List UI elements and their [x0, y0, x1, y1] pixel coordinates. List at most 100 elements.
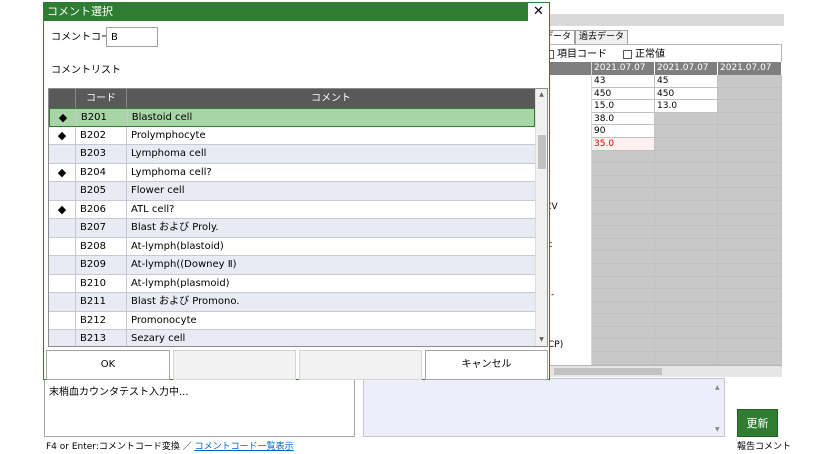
grid-row[interactable]: 450 450 [540, 87, 782, 101]
grid-value-cell[interactable] [655, 339, 718, 353]
grid-value-cell[interactable] [718, 238, 782, 252]
grid-row[interactable] [540, 163, 782, 176]
item-code-checkbox[interactable]: 項目コード [545, 47, 607, 61]
grid-value-cell[interactable] [718, 200, 782, 214]
grid-value-cell[interactable]: 15.0 [592, 100, 655, 113]
grid-value-cell[interactable] [655, 263, 718, 277]
grid-row[interactable] [540, 301, 782, 315]
scroll-down-icon[interactable]: ▼ [715, 426, 720, 433]
grid-row[interactable]: C [540, 188, 782, 201]
grid-value-cell[interactable] [655, 163, 718, 176]
status-text-area[interactable]: 末梢血カウンタテスト入力中... [44, 378, 355, 437]
list-item[interactable]: B211 Blast および Promono. [49, 293, 535, 312]
close-icon[interactable]: ✕ [527, 3, 549, 21]
grid-row[interactable]: 43 45 [540, 75, 782, 88]
grid-row[interactable] [540, 263, 782, 277]
grid-value-cell[interactable] [718, 100, 782, 113]
grid-value-cell[interactable] [592, 301, 655, 315]
tab-past-data[interactable]: 過去データ [575, 30, 629, 44]
grid-row[interactable] [540, 226, 782, 239]
grid-value-cell[interactable]: 13.0 [655, 100, 718, 113]
grid-value-cell[interactable] [655, 251, 718, 264]
grid-row[interactable]: 15.0 13.0 [540, 100, 782, 113]
grid-value-cell[interactable] [718, 213, 782, 227]
cancel-button[interactable]: キャンセル [425, 350, 548, 380]
grid-value-cell[interactable] [592, 163, 655, 176]
grid-row[interactable]: 90 [540, 125, 782, 138]
grid-value-cell[interactable] [718, 339, 782, 353]
grid-value-cell[interactable] [655, 301, 718, 315]
ok-button[interactable]: OK [46, 350, 170, 380]
grid-value-cell[interactable] [718, 314, 782, 327]
grid-value-cell[interactable] [592, 226, 655, 239]
grid-value-cell[interactable]: 35.0 [592, 137, 655, 151]
grid-value-cell[interactable] [718, 289, 782, 302]
grid-value-cell[interactable] [718, 301, 782, 315]
grid-value-cell[interactable] [655, 112, 718, 126]
grid-value-cell[interactable] [718, 150, 782, 164]
grid-row[interactable] [540, 213, 782, 227]
grid-value-cell[interactable] [592, 339, 655, 353]
grid-value-cell[interactable] [655, 213, 718, 227]
grid-value-cell[interactable]: 38.0 [592, 112, 655, 126]
list-item[interactable]: B213 Sezary cell [49, 330, 535, 346]
list-item[interactable]: B205 Flower cell [49, 182, 535, 201]
grid-value-cell[interactable] [592, 175, 655, 189]
grid-value-cell[interactable] [592, 238, 655, 252]
grid-horizontal-scrollbar[interactable] [540, 366, 782, 377]
grid-value-cell[interactable] [655, 289, 718, 302]
grid-value-cell[interactable] [718, 125, 782, 138]
grid-value-cell[interactable] [718, 352, 782, 365]
list-vertical-scrollbar[interactable]: ▲ ▼ [535, 89, 547, 346]
grid-value-cell[interactable] [655, 175, 718, 189]
comment-scrollbar[interactable]: ▲ ▼ [714, 380, 723, 435]
grid-value-cell[interactable] [718, 326, 782, 340]
scroll-up-icon[interactable]: ▲ [715, 384, 720, 391]
normal-value-checkbox[interactable]: 正常値 [623, 47, 665, 61]
scrollbar-thumb[interactable] [554, 368, 662, 375]
grid-row[interactable] [540, 314, 782, 327]
checkbox-box[interactable] [623, 49, 632, 59]
grid-value-cell[interactable] [655, 226, 718, 239]
comment-text-area[interactable]: ▲ ▼ [363, 378, 725, 437]
grid-value-cell[interactable] [718, 175, 782, 189]
grid-value-cell[interactable] [718, 263, 782, 277]
list-item[interactable]: B209 At-lymph((Downey Ⅱ) [49, 256, 535, 275]
list-item[interactable]: ◆ B201 Blastoid cell [49, 108, 535, 127]
list-item[interactable]: B207 Blast および Proly. [49, 219, 535, 238]
grid-value-cell[interactable] [655, 326, 718, 340]
update-button[interactable]: 更新 [737, 409, 778, 437]
grid-value-cell[interactable] [655, 238, 718, 252]
grid-row[interactable] [540, 251, 782, 264]
grid-value-cell[interactable] [592, 314, 655, 327]
header-code[interactable]: コード [75, 89, 126, 108]
comment-code-list-link[interactable]: コメントコード一覧表示 [195, 442, 294, 452]
grid-row[interactable]: ec [540, 238, 782, 252]
grid-value-cell[interactable] [718, 75, 782, 88]
grid-value-cell[interactable] [718, 163, 782, 176]
list-item[interactable]: ◆ B202 Prolymphocyte [49, 126, 535, 145]
comment-code-input[interactable] [106, 27, 158, 47]
grid-row[interactable] [540, 326, 782, 340]
grid-value-cell[interactable] [592, 188, 655, 201]
grid-row[interactable]: マ- [540, 289, 782, 302]
grid-value-cell[interactable] [592, 326, 655, 340]
grid-value-cell[interactable] [718, 188, 782, 201]
grid-value-cell[interactable]: 450 [592, 87, 655, 101]
grid-value-cell[interactable] [655, 137, 718, 151]
grid-value-cell[interactable]: 45 [655, 75, 718, 88]
grid-value-cell[interactable] [718, 251, 782, 264]
grid-value-cell[interactable] [592, 276, 655, 290]
grid-row[interactable]: BCP) [540, 339, 782, 353]
grid-row[interactable]: 38.0 [540, 112, 782, 126]
grid-value-cell[interactable] [718, 112, 782, 126]
list-item[interactable]: B203 Lymphoma cell [49, 145, 535, 164]
grid-value-cell[interactable] [655, 352, 718, 365]
list-item[interactable]: B210 At-lymph(plasmoid) [49, 274, 535, 293]
grid-value-cell[interactable]: 43 [592, 75, 655, 88]
grid-value-cell[interactable] [592, 352, 655, 365]
grid-value-cell[interactable] [592, 150, 655, 164]
grid-value-cell[interactable] [655, 276, 718, 290]
grid-row[interactable] [540, 352, 782, 365]
grid-row[interactable] [540, 276, 782, 290]
